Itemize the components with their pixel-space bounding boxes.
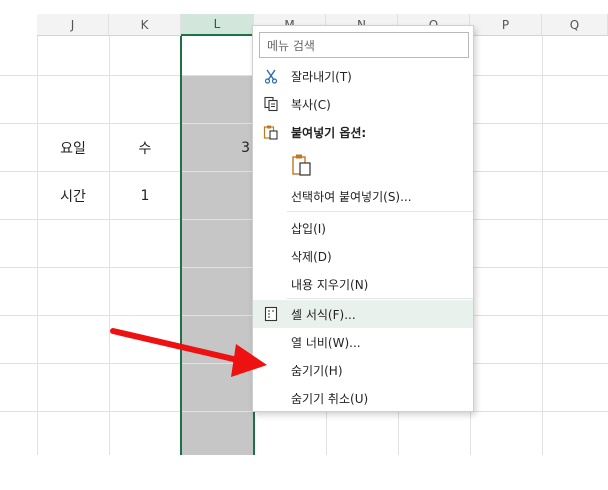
menu-item-label: 붙여넣기 옵션:: [291, 125, 367, 140]
menu-search-input[interactable]: 메뉴 검색: [259, 32, 469, 58]
gridline: [109, 36, 110, 455]
menu-item-delete[interactable]: 삭제(D): [253, 242, 473, 270]
cell-l-partial-value[interactable]: 3: [182, 124, 254, 171]
menu-item-label: 셀 서식(F)...: [291, 307, 356, 322]
menu-separator: [287, 211, 473, 212]
menu-item-column-width[interactable]: 열 너비(W)...: [253, 328, 473, 356]
gridline: [37, 36, 38, 455]
cell-j-day-label[interactable]: 요일: [37, 124, 109, 171]
menu-item-label: 숨기기(H): [291, 363, 343, 378]
menu-item-paste-options: 붙여넣기 옵션:: [253, 118, 473, 146]
menu-item-label: 내용 지우기(N): [291, 277, 369, 292]
menu-item-format-cells[interactable]: 셀 서식(F)...: [253, 300, 473, 328]
column-header-k[interactable]: K: [109, 14, 181, 36]
column-header-l[interactable]: L: [181, 14, 254, 36]
clipboard-icon: [262, 123, 280, 141]
menu-item-label: 복사(C): [291, 97, 331, 112]
cell-j-time-label[interactable]: 시간: [37, 172, 109, 219]
cell-k-time-value[interactable]: 1: [109, 172, 181, 219]
column-header-j[interactable]: J: [37, 14, 109, 36]
menu-item-label: 숨기기 취소(U): [291, 391, 369, 406]
format-cells-icon: [262, 305, 280, 323]
column-header-q[interactable]: Q: [542, 14, 608, 36]
paste-clipboard-icon: [291, 153, 313, 177]
menu-item-label: 선택하여 붙여넣기(S)...: [291, 189, 412, 204]
copy-icon: [262, 95, 280, 113]
scissors-icon: [262, 67, 280, 85]
menu-item-insert[interactable]: 삽입(I): [253, 214, 473, 242]
menu-item-paste-special[interactable]: 선택하여 붙여넣기(S)...: [253, 182, 473, 210]
menu-separator: [287, 298, 473, 299]
menu-item-label: 삭제(D): [291, 249, 332, 264]
menu-item-clear-contents[interactable]: 내용 지우기(N): [253, 270, 473, 298]
menu-item-label: 열 너비(W)...: [291, 335, 361, 350]
menu-item-copy[interactable]: 복사(C): [253, 90, 473, 118]
menu-item-cut[interactable]: 잘라내기(T): [253, 62, 473, 90]
selection-border-left: [180, 36, 182, 455]
context-menu: 메뉴 검색 잘라내기(T) 복사(C) 붙여넣기 옵션: 선택하여 붙여넣기(S…: [252, 25, 474, 412]
menu-item-paste-option-button[interactable]: [253, 150, 473, 180]
menu-item-label: 잘라내기(T): [291, 69, 352, 84]
menu-item-hide[interactable]: 숨기기(H): [253, 356, 473, 384]
menu-item-unhide[interactable]: 숨기기 취소(U): [253, 384, 473, 412]
column-header-p[interactable]: P: [470, 14, 542, 36]
gridline: [542, 36, 543, 455]
menu-item-label: 삽입(I): [291, 221, 326, 236]
cell-k-day-value[interactable]: 수: [109, 124, 181, 171]
